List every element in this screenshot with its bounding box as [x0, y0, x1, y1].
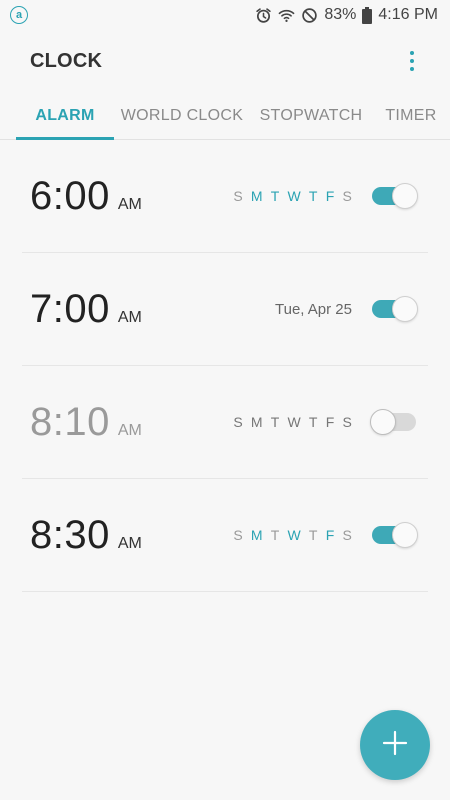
alarm-toggle[interactable]: [370, 296, 418, 322]
alarm-ampm: AM: [117, 534, 142, 552]
more-vertical-icon: [410, 51, 414, 55]
alarm-item-0700[interactable]: 7:00 AM Tue, Apr 25: [22, 253, 428, 366]
battery-icon: [362, 6, 373, 24]
alarm-ampm: AM: [117, 421, 142, 439]
wifi-icon: [278, 7, 295, 24]
day-mon: M: [250, 527, 263, 543]
alarm-item-0600[interactable]: 6:00 AM S M T W T F S: [22, 140, 428, 253]
day-sun: S: [233, 414, 243, 430]
day-sun: S: [233, 188, 243, 204]
alarm-item-0830[interactable]: 8:30 AM S M T W T F S: [22, 479, 428, 592]
repeat-days: S M T W T F S: [233, 188, 352, 204]
day-sat: S: [342, 527, 352, 543]
day-tue: T: [270, 188, 280, 204]
day-tue: T: [270, 414, 280, 430]
tab-timer[interactable]: TIMER: [372, 92, 450, 139]
day-sat: S: [342, 414, 352, 430]
app-title: CLOCK: [30, 49, 103, 72]
day-fri: F: [325, 527, 335, 543]
day-thu: T: [308, 414, 318, 430]
add-alarm-button[interactable]: [360, 710, 430, 780]
alarm-toggle[interactable]: [370, 183, 418, 209]
battery-percent: 83%: [324, 6, 357, 23]
alarm-time: 6:00: [30, 173, 110, 218]
day-fri: F: [325, 414, 335, 430]
repeat-days: S M T W T F S: [233, 414, 352, 430]
alarm-toggle[interactable]: [370, 522, 418, 548]
day-thu: T: [308, 527, 318, 543]
day-wed: W: [287, 414, 301, 430]
alarm-time: 8:10: [30, 399, 110, 444]
alarm-ampm: AM: [117, 195, 142, 213]
alarm-ampm: AM: [117, 308, 142, 326]
alarm-toggle[interactable]: [370, 409, 418, 435]
do-not-disturb-icon: [301, 7, 318, 24]
day-wed: W: [287, 527, 301, 543]
more-options-button[interactable]: [402, 46, 422, 76]
day-sun: S: [233, 527, 243, 543]
app-bar: CLOCK: [0, 30, 450, 92]
tab-alarm[interactable]: ALARM: [16, 92, 114, 140]
alarm-time: 8:30: [30, 512, 110, 557]
day-mon: M: [250, 188, 263, 204]
status-bar: a 83% 4:16 PM: [0, 0, 450, 30]
alarm-date: Tue, Apr 25: [275, 300, 352, 318]
alarm-list: 6:00 AM S M T W T F S 7:00 AM Tue, Apr 2…: [22, 140, 428, 592]
day-sat: S: [342, 188, 352, 204]
alarm-item-0810[interactable]: 8:10 AM S M T W T F S: [22, 366, 428, 479]
status-time: 4:16 PM: [378, 6, 438, 23]
app-notification-icon: a: [10, 6, 28, 24]
day-wed: W: [287, 188, 301, 204]
day-fri: F: [325, 188, 335, 204]
day-thu: T: [308, 188, 318, 204]
alarm-time: 7:00: [30, 286, 110, 331]
tab-stopwatch[interactable]: STOPWATCH: [250, 92, 372, 139]
tab-bar: ALARM WORLD CLOCK STOPWATCH TIMER: [0, 92, 450, 140]
repeat-days: S M T W T F S: [233, 527, 352, 543]
day-tue: T: [270, 527, 280, 543]
clock-screen: a 83% 4:16 PM CLOCK ALARM WORLD CLOCK ST…: [0, 0, 450, 800]
day-mon: M: [250, 414, 263, 430]
plus-icon: [382, 730, 408, 761]
tab-world-clock[interactable]: WORLD CLOCK: [114, 92, 250, 139]
alarm-icon: [255, 7, 272, 24]
